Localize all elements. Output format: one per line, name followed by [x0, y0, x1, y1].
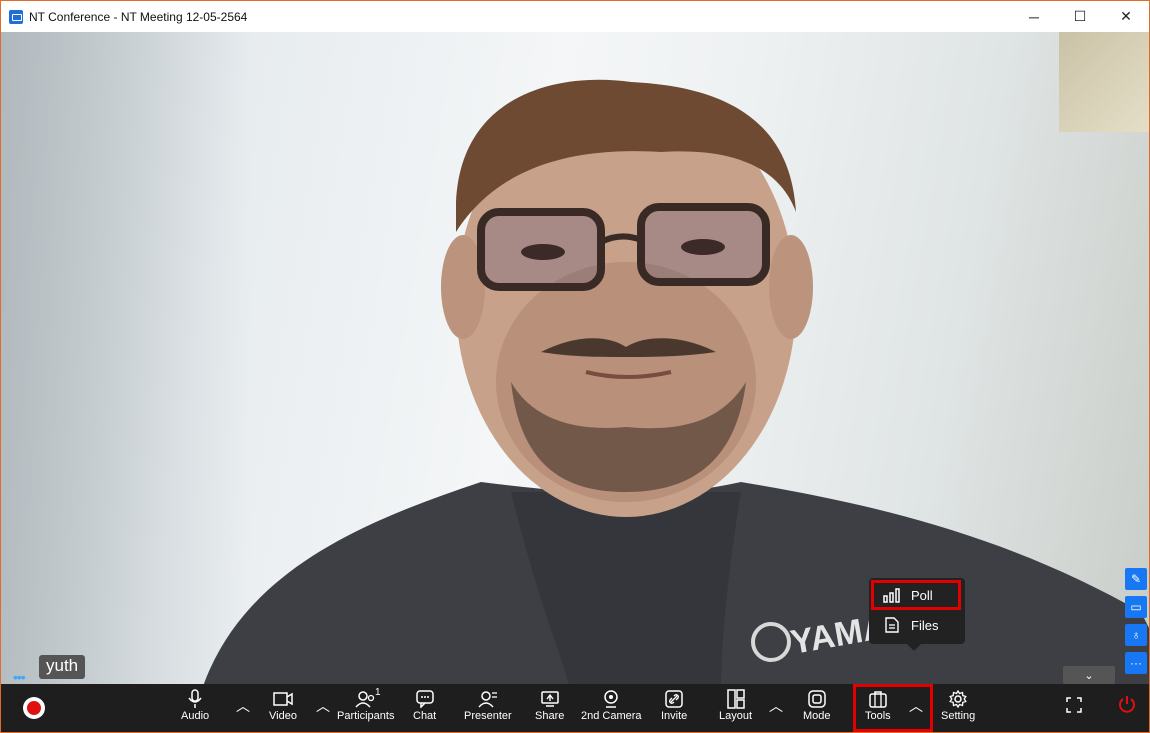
share-screen-icon [540, 688, 559, 710]
fullscreen-icon[interactable] [1065, 696, 1083, 717]
setting-button[interactable]: Setting [941, 688, 975, 722]
presenter-label: Presenter [464, 710, 512, 722]
layout-grid-icon [726, 688, 745, 710]
video-label: Video [269, 710, 297, 722]
more-icon[interactable]: ··· [1125, 652, 1147, 674]
link-icon [665, 688, 683, 710]
layout-options-chevron-icon[interactable]: ︿ [769, 696, 783, 716]
tools-menu: Poll Files [869, 578, 965, 651]
video-side-controls: ✎ ▭ ♁ ··· [1125, 568, 1147, 674]
file-icon [881, 617, 903, 633]
menu-item-poll-label: Poll [911, 587, 933, 603]
participant-video-image: YAMAHA [204, 79, 1149, 684]
maximize-button[interactable]: ☐ [1057, 1, 1103, 32]
participants-icon [355, 688, 377, 710]
bar-chart-icon [881, 587, 903, 603]
second-camera-label: 2nd Camera [581, 710, 642, 722]
participants-button[interactable]: Participants [337, 688, 394, 722]
participant-name-tag: yuth [39, 655, 86, 679]
pin-icon[interactable]: ✎ [1125, 568, 1147, 590]
collapse-toolbar-button[interactable]: ⌄ [1063, 666, 1115, 684]
microphone-icon [187, 688, 203, 710]
window-title: NT Conference - NT Meeting 12-05-2564 [29, 9, 248, 24]
tools-highlight-box [853, 684, 933, 732]
presenter-button[interactable]: Presenter [464, 688, 512, 722]
gear-icon [949, 688, 967, 710]
video-options-chevron-icon[interactable]: ︿ [316, 696, 330, 716]
share-button[interactable]: Share [535, 688, 564, 722]
second-camera-button[interactable]: 2nd Camera [581, 688, 642, 722]
audio-label: Audio [181, 710, 210, 722]
menu-item-files[interactable]: Files [873, 612, 959, 638]
layout-label: Layout [719, 710, 753, 722]
menu-item-files-label: Files [911, 617, 939, 633]
chat-button[interactable]: Chat [413, 688, 436, 722]
layout-button[interactable]: Layout [719, 688, 752, 722]
conference-window: NT Conference - NT Meeting 12-05-2564 ─ … [0, 0, 1150, 733]
close-button[interactable]: ✕ [1103, 1, 1149, 32]
mode-icon [808, 688, 826, 710]
chat-label: Chat [413, 710, 437, 722]
app-logo-icon [9, 9, 23, 24]
setting-label: Setting [941, 710, 976, 722]
participants-label: Participants [337, 710, 395, 722]
invite-label: Invite [661, 710, 688, 722]
audio-activity-indicator: ••• [13, 669, 26, 684]
window-controls: ─ ☐ ✕ [1011, 1, 1149, 32]
record-button[interactable] [23, 697, 45, 719]
camera-icon[interactable]: ▭ [1125, 596, 1147, 618]
video-camera-icon [273, 688, 293, 710]
menu-item-poll[interactable]: Poll [871, 580, 961, 610]
share-label: Share [535, 710, 565, 722]
presenter-icon [478, 688, 498, 710]
minimize-button[interactable]: ─ [1011, 1, 1057, 32]
participants-count-badge: 1 [375, 687, 381, 698]
webcam-icon [603, 688, 619, 710]
meeting-toolbar: Audio ︿ Video ︿ Participants Chat Presen… [1, 684, 1149, 732]
video-button[interactable]: Video [269, 688, 297, 722]
mic-icon[interactable]: ♁ [1125, 624, 1147, 646]
audio-button[interactable]: Audio [181, 688, 209, 722]
audio-options-chevron-icon[interactable]: ︿ [236, 696, 250, 716]
title-bar: NT Conference - NT Meeting 12-05-2564 ─ … [1, 1, 1149, 32]
video-feed: YAMAHA ••• yuth ✎ ▭ ♁ ··· ⌄ [1, 32, 1149, 684]
mode-label: Mode [803, 710, 831, 722]
invite-button[interactable]: Invite [661, 688, 687, 722]
mode-button[interactable]: Mode [803, 688, 831, 722]
leave-meeting-power-icon[interactable] [1117, 694, 1137, 719]
chat-icon [415, 688, 434, 710]
